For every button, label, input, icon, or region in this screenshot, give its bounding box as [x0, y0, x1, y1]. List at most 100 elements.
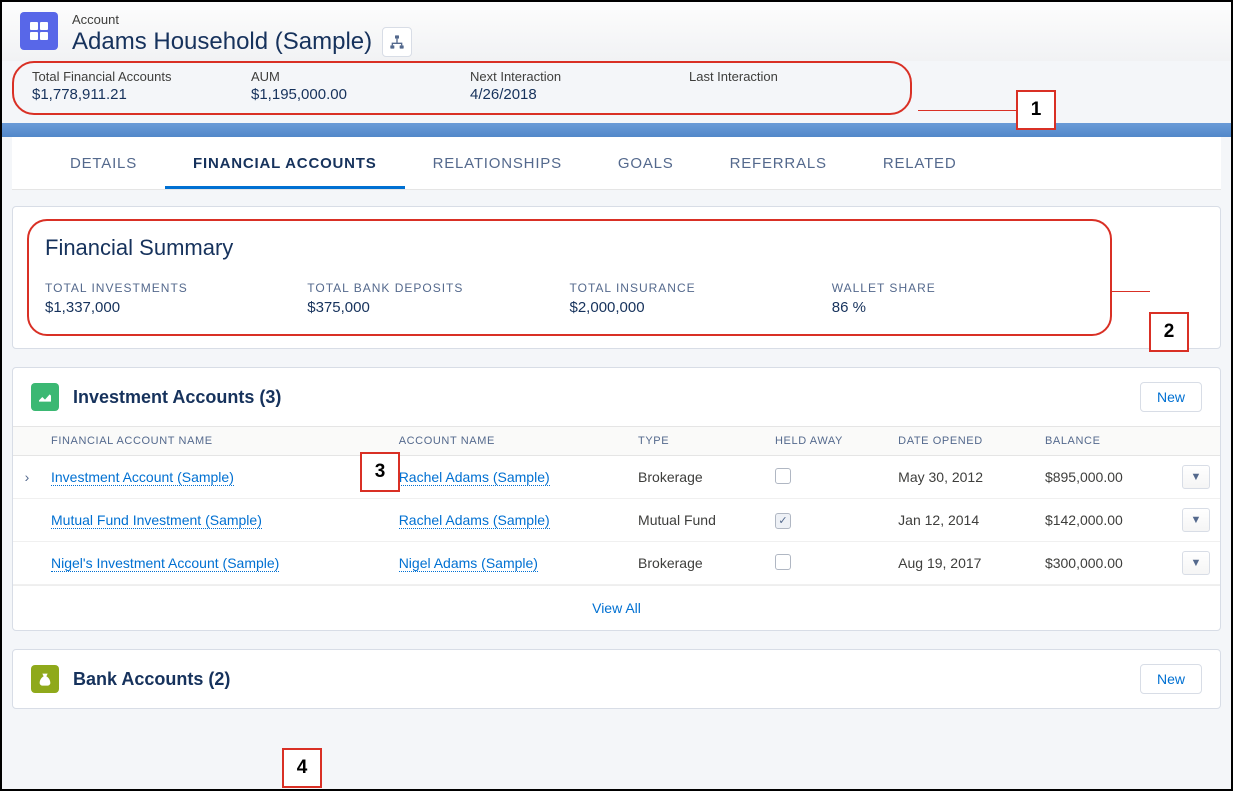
new-bank-account-button[interactable]: New — [1140, 664, 1202, 694]
account-icon — [20, 12, 58, 50]
account-name-link[interactable]: Nigel Adams (Sample) — [389, 542, 628, 585]
kpi-value: $1,195,000.00 — [251, 86, 454, 103]
kpi-label: Last Interaction — [689, 69, 892, 84]
date-opened-cell: Aug 19, 2017 — [888, 542, 1035, 585]
tab-financial-accounts[interactable]: FINANCIAL ACCOUNTS — [165, 137, 405, 189]
col-date-opened: DATE OPENED — [888, 427, 1035, 456]
financial-summary-row: TOTAL INVESTMENTS $1,337,000 TOTAL BANK … — [45, 281, 1094, 316]
record-title: Adams Household (Sample) — [72, 28, 372, 56]
fs-label: TOTAL INVESTMENTS — [45, 281, 307, 295]
kpi-total-financial-accounts: Total Financial Accounts $1,778,911.21 — [24, 69, 243, 103]
account-name-link[interactable]: Rachel Adams (Sample) — [389, 499, 628, 542]
col-held-away: HELD AWAY — [765, 427, 888, 456]
expand-row-icon[interactable] — [13, 499, 41, 542]
row-action-menu[interactable]: ▼ — [1182, 508, 1210, 532]
balance-cell: $142,000.00 — [1035, 499, 1172, 542]
fs-total-investments: TOTAL INVESTMENTS $1,337,000 — [45, 281, 307, 316]
financial-account-link[interactable]: Mutual Fund Investment (Sample) — [41, 499, 389, 542]
financial-summary-inner: Financial Summary TOTAL INVESTMENTS $1,3… — [27, 219, 1112, 336]
chart-icon — [31, 383, 59, 411]
row-action-cell: ▼ — [1172, 456, 1220, 499]
callout-2: 2 — [1149, 312, 1189, 352]
balance-cell: $300,000.00 — [1035, 542, 1172, 585]
type-cell: Brokerage — [628, 542, 765, 585]
checkbox-icon — [775, 554, 791, 570]
type-cell: Mutual Fund — [628, 499, 765, 542]
table-row: ›Investment Account (Sample)Rachel Adams… — [13, 456, 1220, 499]
callout-1: 1 — [1016, 90, 1056, 130]
tab-referrals[interactable]: REFERRALS — [702, 137, 855, 189]
financial-account-link[interactable]: Investment Account (Sample) — [41, 456, 389, 499]
money-bag-icon — [31, 665, 59, 693]
fs-total-bank-deposits: TOTAL BANK DEPOSITS $375,000 — [307, 281, 569, 316]
date-opened-cell: Jan 12, 2014 — [888, 499, 1035, 542]
table-header-row: FINANCIAL ACCOUNT NAME ACCOUNT NAME TYPE… — [13, 427, 1220, 456]
record-header: Account Adams Household (Sample) — [2, 2, 1231, 61]
kpi-last-interaction: Last Interaction — [681, 69, 900, 103]
callout-line — [1110, 291, 1150, 292]
highlights-box: Total Financial Accounts $1,778,911.21 A… — [12, 61, 912, 115]
investment-accounts-title: Investment Accounts (3) — [73, 387, 281, 408]
expand-row-icon[interactable]: › — [13, 456, 41, 499]
tab-related[interactable]: RELATED — [855, 137, 985, 189]
page-root: Account Adams Household (Sample) Total F… — [0, 0, 1233, 791]
tabset: DETAILS FINANCIAL ACCOUNTS RELATIONSHIPS… — [12, 137, 1221, 190]
tab-details[interactable]: DETAILS — [42, 137, 165, 189]
kpi-next-interaction: Next Interaction 4/26/2018 — [462, 69, 681, 103]
table-row: Nigel's Investment Account (Sample)Nigel… — [13, 542, 1220, 585]
fs-total-insurance: TOTAL INSURANCE $2,000,000 — [570, 281, 832, 316]
tab-relationships[interactable]: RELATIONSHIPS — [405, 137, 590, 189]
checkbox-icon — [775, 513, 791, 529]
kpi-label: Total Financial Accounts — [32, 69, 235, 84]
held-away-cell — [765, 456, 888, 499]
investment-accounts-card: Investment Accounts (3) New FINANCIAL AC… — [12, 367, 1221, 631]
account-name-link[interactable]: Rachel Adams (Sample) — [389, 456, 628, 499]
object-label: Account — [72, 12, 412, 27]
financial-summary-card: Financial Summary TOTAL INVESTMENTS $1,3… — [12, 206, 1221, 349]
kpi-aum: AUM $1,195,000.00 — [243, 69, 462, 103]
fs-value: $2,000,000 — [570, 299, 832, 316]
tab-goals[interactable]: GOALS — [590, 137, 702, 189]
callout-4: 4 — [282, 748, 322, 788]
row-action-cell: ▼ — [1172, 542, 1220, 585]
fs-value: $375,000 — [307, 299, 569, 316]
expand-row-icon[interactable] — [13, 542, 41, 585]
fs-label: TOTAL INSURANCE — [570, 281, 832, 295]
row-action-menu[interactable]: ▼ — [1182, 551, 1210, 575]
view-all-link[interactable]: View All — [13, 585, 1220, 630]
kpi-label: Next Interaction — [470, 69, 673, 84]
fs-value: 86 % — [832, 299, 1094, 316]
col-financial-account-name: FINANCIAL ACCOUNT NAME — [41, 427, 389, 456]
row-action-cell: ▼ — [1172, 499, 1220, 542]
investment-accounts-table: FINANCIAL ACCOUNT NAME ACCOUNT NAME TYPE… — [13, 426, 1220, 585]
fs-label: TOTAL BANK DEPOSITS — [307, 281, 569, 295]
fs-wallet-share: WALLET SHARE 86 % — [832, 281, 1094, 316]
col-type: TYPE — [628, 427, 765, 456]
callout-line — [918, 110, 1018, 111]
table-row: Mutual Fund Investment (Sample)Rachel Ad… — [13, 499, 1220, 542]
held-away-cell — [765, 499, 888, 542]
bank-accounts-card: Bank Accounts (2) New — [12, 649, 1221, 709]
col-balance: BALANCE — [1035, 427, 1172, 456]
kpi-value: 4/26/2018 — [470, 86, 673, 103]
content-area: Financial Summary TOTAL INVESTMENTS $1,3… — [2, 190, 1231, 709]
financial-summary-title: Financial Summary — [45, 235, 1094, 261]
balance-cell: $895,000.00 — [1035, 456, 1172, 499]
date-opened-cell: May 30, 2012 — [888, 456, 1035, 499]
bank-accounts-header: Bank Accounts (2) New — [13, 650, 1220, 708]
callout-3: 3 — [360, 452, 400, 492]
row-action-menu[interactable]: ▼ — [1182, 465, 1210, 489]
fs-value: $1,337,000 — [45, 299, 307, 316]
held-away-cell — [765, 542, 888, 585]
financial-account-link[interactable]: Nigel's Investment Account (Sample) — [41, 542, 389, 585]
header-text: Account Adams Household (Sample) — [72, 12, 412, 57]
col-account-name: ACCOUNT NAME — [389, 427, 628, 456]
fs-label: WALLET SHARE — [832, 281, 1094, 295]
new-investment-button[interactable]: New — [1140, 382, 1202, 412]
title-row: Adams Household (Sample) — [72, 27, 412, 57]
investment-accounts-header: Investment Accounts (3) New — [13, 368, 1220, 426]
kpi-label: AUM — [251, 69, 454, 84]
kpi-value: $1,778,911.21 — [32, 86, 235, 103]
bank-accounts-title: Bank Accounts (2) — [73, 669, 230, 690]
hierarchy-button[interactable] — [382, 27, 412, 57]
